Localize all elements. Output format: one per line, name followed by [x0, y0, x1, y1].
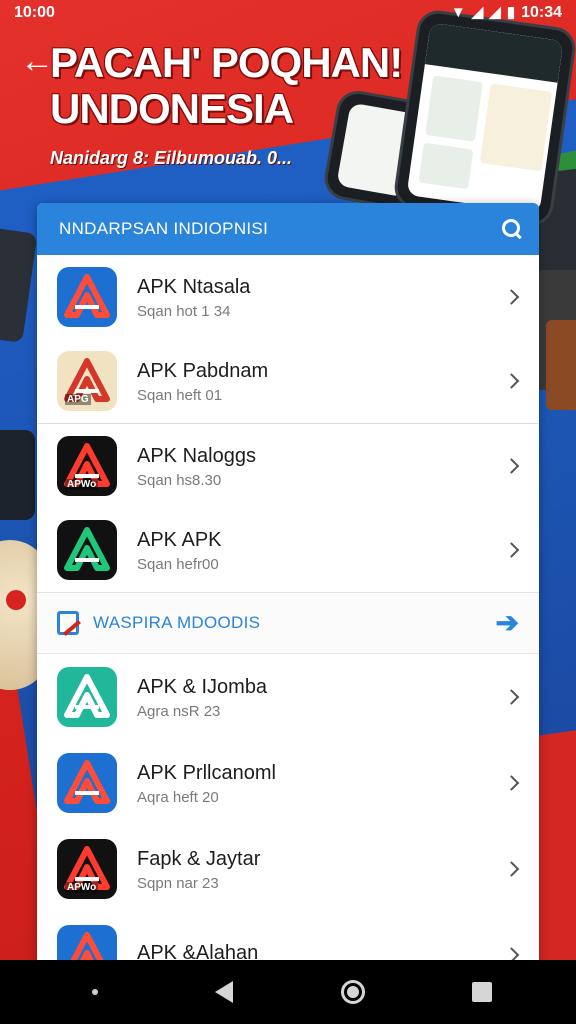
wifi-icon: ▼ [450, 4, 466, 21]
app-group: APK & IJomba Agra nsR 23 APK Prllcanoml Aqr… [37, 654, 539, 963]
chevron-right-icon[interactable] [503, 373, 520, 389]
card-header: NNDARPSAN INDIOPNISI [37, 203, 539, 255]
app-group: APK Ntasala Sqan hot 1 34 APG APK Pabdnam Sq… [37, 255, 539, 423]
app-icon [57, 753, 117, 813]
app-list-item[interactable]: APK &Alahan [37, 912, 539, 963]
app-list-card: NNDARPSAN INDIOPNISI APK Ntasala Sqan hot… [37, 203, 539, 963]
app-meta: Sqan hefr00 [137, 555, 219, 573]
decorative-device [546, 320, 576, 410]
app-name: APK APK [137, 528, 222, 551]
apk-logo-icon [68, 932, 106, 963]
chevron-right-icon[interactable] [503, 458, 520, 474]
chevron-right-icon[interactable] [503, 542, 520, 558]
app-icon: APG [57, 351, 117, 411]
chevron-right-icon[interactable] [503, 689, 520, 705]
app-icon [57, 520, 117, 580]
signal-icon: ◢ [489, 4, 501, 21]
search-icon[interactable] [501, 218, 523, 240]
app-name: Fapk & Jaytar [137, 847, 261, 870]
decorative-phone [391, 7, 576, 229]
app-meta: Sqan heft 01 [137, 386, 223, 404]
app-name: APK Pabdnam [137, 359, 269, 382]
app-meta: Sqan hot 1 34 [137, 302, 231, 320]
chevron-right-icon[interactable] [503, 289, 520, 305]
chevron-right-icon[interactable] [503, 775, 520, 791]
app-text: APK APK Sqan hefr00 [137, 528, 222, 573]
decorative-device [0, 430, 35, 520]
app-list-item[interactable]: APK APK Sqan hefr00 [37, 508, 539, 592]
status-right-time: 10:34 [521, 4, 562, 21]
status-icons: ▼ ◢ ◢ ▮ 10:34 [451, 4, 562, 22]
app-name: APK Naloggs [137, 444, 256, 467]
app-badge: APWo [65, 882, 99, 893]
app-icon: APWo [57, 436, 117, 496]
app-badge: APG [65, 394, 91, 405]
app-meta: Sqan hs8.30 [137, 471, 222, 489]
app-list-item[interactable]: APK Prllcanoml Aqra heft 20 [37, 740, 539, 826]
signal-icon: ◢ [471, 4, 484, 21]
hero-title: PACAH' POQHAN! UNDONESIA [50, 39, 403, 132]
phone-screen [406, 22, 564, 214]
section-icon [57, 611, 79, 635]
app-icon [57, 925, 117, 963]
app-meta: Aqra heft 20 [137, 788, 219, 806]
app-list-item[interactable]: APG APK Pabdnam Sqan heft 01 [37, 339, 539, 423]
card-title: NNDARPSAN INDIOPNISI [59, 219, 269, 238]
back-arrow-icon[interactable]: ← [20, 44, 54, 78]
phone-app-bar [424, 22, 564, 83]
app-text: APK Pabdnam Sqan heft 01 [137, 359, 268, 404]
apk-logo-icon [64, 527, 110, 571]
heart-icon [6, 590, 26, 610]
app-badge: APWo [65, 479, 99, 490]
app-list-item[interactable]: APK Ntasala Sqan hot 1 34 [37, 255, 539, 339]
app-list-item[interactable]: APWo Fapk & Jaytar Sqpn nar 23 [37, 826, 539, 912]
apk-logo-icon [64, 760, 110, 804]
app-icon [57, 667, 117, 727]
app-list-item[interactable]: APK & IJomba Agra nsR 23 [37, 654, 539, 740]
apk-logo-icon [64, 674, 110, 718]
back-triangle-icon[interactable] [194, 962, 254, 1022]
home-circle-icon[interactable] [323, 962, 383, 1022]
app-text: APK Naloggs Sqan hs8.30 [137, 444, 256, 489]
status-bar: 10:00 ▼ ◢ ◢ ▮ 10:34 [0, 0, 576, 28]
app-meta: Sqpn nar 23 [137, 874, 219, 892]
app-icon: APWo [57, 839, 117, 899]
phone-tile [479, 83, 553, 172]
status-time: 10:00 [14, 4, 55, 21]
hero-subtitle: Nanidarg 8: Eilbumouab. 0... [50, 148, 293, 168]
app-text: APK Prllcanoml Aqra heft 20 [137, 761, 276, 806]
app-name: APK & IJomba [137, 675, 268, 698]
battery-icon: ▮ [506, 4, 516, 21]
arrow-right-icon[interactable]: ➔ [496, 609, 519, 637]
app-group: APWo APK Naloggs Sqan hs8.30 APK APK Sqan he… [37, 424, 539, 592]
navigation-bar [0, 960, 576, 1024]
app-text: Fapk & Jaytar Sqpn nar 23 [137, 847, 260, 892]
chevron-right-icon[interactable] [503, 861, 520, 877]
phone-tile [418, 142, 474, 190]
app-icon [57, 267, 117, 327]
app-meta: Agra nsR 23 [137, 702, 221, 720]
app-list-item[interactable]: APWo APK Naloggs Sqan hs8.30 [37, 424, 539, 508]
phone-tile [425, 75, 483, 142]
recents-square-icon[interactable] [452, 962, 512, 1022]
app-name: APK Prllcanoml [137, 761, 276, 784]
app-name: APK Ntasala [137, 275, 251, 298]
app-text: APK & IJomba Agra nsR 23 [137, 675, 267, 720]
section-label: WASPIRA MDOODIS [93, 613, 261, 632]
section-header[interactable]: WASPIRA MDOODIS ➔ [37, 592, 539, 654]
dot-icon[interactable] [65, 962, 125, 1022]
apk-logo-icon [64, 274, 110, 318]
app-text: APK Ntasala Sqan hot 1 34 [137, 275, 250, 320]
